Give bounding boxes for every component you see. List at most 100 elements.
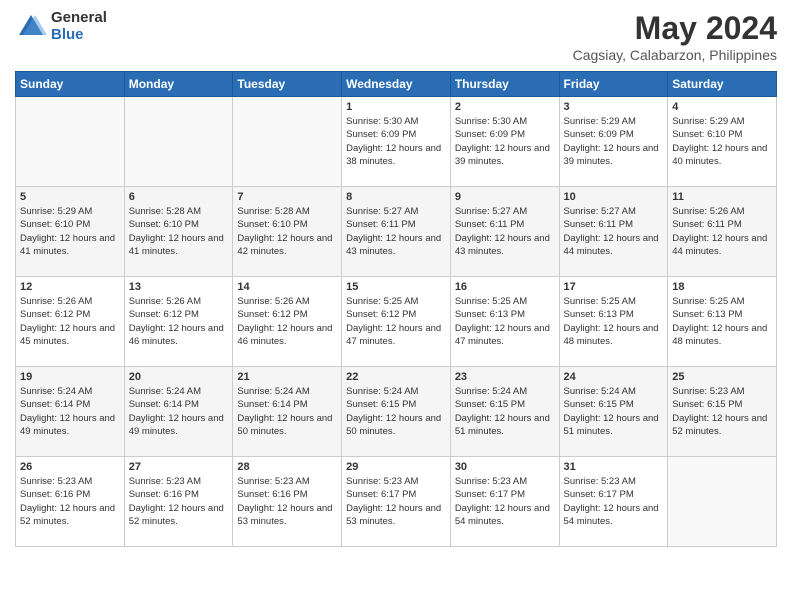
day-cell: 16Sunrise: 5:25 AMSunset: 6:13 PMDayligh… <box>450 277 559 367</box>
day-cell: 22 Sunrise: 5:24 AMSunset: 6:15 PMDayligh… <box>342 367 451 457</box>
day-info: Sunrise: 5:29 AMSunset: 6:10 PMDaylight:… <box>20 205 120 258</box>
week-row-5: 26 Sunrise: 5:23 AMSunset: 6:16 PMDayligh… <box>16 457 777 547</box>
day-cell: 29Sunrise: 5:23 AMSunset: 6:17 PMDayligh… <box>342 457 451 547</box>
day-number: 5 <box>20 191 120 203</box>
day-number: 6 <box>129 191 229 203</box>
logo-general-text: General <box>51 10 107 27</box>
day-info: Sunrise: 5:25 AMSunset: 6:13 PMDaylight:… <box>672 295 772 348</box>
day-info: Sunrise: 5:23 AMSunset: 6:17 PMDaylight:… <box>346 475 446 528</box>
day-info: Sunrise: 5:27 AMSunset: 6:11 PMDaylight:… <box>346 205 446 258</box>
day-info: Sunrise: 5:24 AMSunset: 6:14 PMDaylight:… <box>20 385 120 438</box>
day-info: Sunrise: 5:29 AMSunset: 6:09 PMDaylight:… <box>564 115 664 168</box>
day-number: 10 <box>564 191 664 203</box>
day-number: 1 <box>346 101 446 113</box>
day-cell: 31 Sunrise: 5:23 AMSunset: 6:17 PMDayligh… <box>559 457 668 547</box>
week-row-1: 1 Sunrise: 5:30 AMSunset: 6:09 PMDaylight… <box>16 97 777 187</box>
day-cell: 1 Sunrise: 5:30 AMSunset: 6:09 PMDaylight… <box>342 97 451 187</box>
day-cell <box>16 97 125 187</box>
day-cell <box>668 457 777 547</box>
day-cell: 15 Sunrise: 5:25 AMSunset: 6:12 PMDayligh… <box>342 277 451 367</box>
day-cell: 14 Sunrise: 5:26 AMSunset: 6:12 PMDayligh… <box>233 277 342 367</box>
day-cell: 9 Sunrise: 5:27 AMSunset: 6:11 PMDaylight… <box>450 187 559 277</box>
day-cell: 5 Sunrise: 5:29 AMSunset: 6:10 PMDaylight… <box>16 187 125 277</box>
day-info: Sunrise: 5:24 AMSunset: 6:15 PMDaylight:… <box>564 385 664 438</box>
day-number: 30 <box>455 461 555 473</box>
day-number: 26 <box>20 461 120 473</box>
day-number: 17 <box>564 281 664 293</box>
header: General Blue May 2024 Cagsiay, Calabarzo… <box>15 10 777 63</box>
day-info: Sunrise: 5:23 AMSunset: 6:16 PMDaylight:… <box>237 475 337 528</box>
day-header-friday: Friday <box>559 72 668 97</box>
day-cell: 26 Sunrise: 5:23 AMSunset: 6:16 PMDayligh… <box>16 457 125 547</box>
week-row-3: 12 Sunrise: 5:26 AMSunset: 6:12 PMDayligh… <box>16 277 777 367</box>
day-info: Sunrise: 5:24 AMSunset: 6:15 PMDaylight:… <box>455 385 555 438</box>
logo: General Blue <box>15 10 107 43</box>
day-number: 14 <box>237 281 337 293</box>
day-info: Sunrise: 5:24 AMSunset: 6:14 PMDaylight:… <box>237 385 337 438</box>
day-number: 21 <box>237 371 337 383</box>
day-header-monday: Monday <box>124 72 233 97</box>
calendar-table: SundayMondayTuesdayWednesdayThursdayFrid… <box>15 71 777 547</box>
day-info: Sunrise: 5:30 AMSunset: 6:09 PMDaylight:… <box>455 115 555 168</box>
week-row-4: 19 Sunrise: 5:24 AMSunset: 6:14 PMDayligh… <box>16 367 777 457</box>
days-header-row: SundayMondayTuesdayWednesdayThursdayFrid… <box>16 72 777 97</box>
day-number: 15 <box>346 281 446 293</box>
day-cell: 11Sunrise: 5:26 AMSunset: 6:11 PMDayligh… <box>668 187 777 277</box>
day-info: Sunrise: 5:23 AMSunset: 6:16 PMDaylight:… <box>129 475 229 528</box>
day-info: Sunrise: 5:27 AMSunset: 6:11 PMDaylight:… <box>455 205 555 258</box>
day-cell: 24 Sunrise: 5:24 AMSunset: 6:15 PMDayligh… <box>559 367 668 457</box>
day-header-sunday: Sunday <box>16 72 125 97</box>
day-info: Sunrise: 5:23 AMSunset: 6:16 PMDaylight:… <box>20 475 120 528</box>
day-cell: 27 Sunrise: 5:23 AMSunset: 6:16 PMDayligh… <box>124 457 233 547</box>
day-header-wednesday: Wednesday <box>342 72 451 97</box>
day-number: 9 <box>455 191 555 203</box>
day-number: 24 <box>564 371 664 383</box>
day-number: 27 <box>129 461 229 473</box>
day-cell: 17 Sunrise: 5:25 AMSunset: 6:13 PMDayligh… <box>559 277 668 367</box>
day-cell: 25 Sunrise: 5:23 AMSunset: 6:15 PMDayligh… <box>668 367 777 457</box>
day-info: Sunrise: 5:23 AMSunset: 6:17 PMDaylight:… <box>564 475 664 528</box>
day-info: Sunrise: 5:23 AMSunset: 6:17 PMDaylight:… <box>455 475 555 528</box>
calendar-body: 1 Sunrise: 5:30 AMSunset: 6:09 PMDaylight… <box>16 97 777 547</box>
day-info: Sunrise: 5:30 AMSunset: 6:09 PMDaylight:… <box>346 115 446 168</box>
title-area: May 2024 Cagsiay, Calabarzon, Philippine… <box>573 10 777 63</box>
day-cell: 28Sunrise: 5:23 AMSunset: 6:16 PMDayligh… <box>233 457 342 547</box>
day-info: Sunrise: 5:25 AMSunset: 6:12 PMDaylight:… <box>346 295 446 348</box>
day-number: 8 <box>346 191 446 203</box>
day-number: 2 <box>455 101 555 113</box>
day-cell: 2 Sunrise: 5:30 AMSunset: 6:09 PMDaylight… <box>450 97 559 187</box>
main-title: May 2024 <box>573 10 777 47</box>
day-number: 19 <box>20 371 120 383</box>
day-info: Sunrise: 5:29 AMSunset: 6:10 PMDaylight:… <box>672 115 772 168</box>
day-cell: 10Sunrise: 5:27 AMSunset: 6:11 PMDayligh… <box>559 187 668 277</box>
day-info: Sunrise: 5:26 AMSunset: 6:12 PMDaylight:… <box>237 295 337 348</box>
day-cell <box>124 97 233 187</box>
day-info: Sunrise: 5:23 AMSunset: 6:15 PMDaylight:… <box>672 385 772 438</box>
day-number: 16 <box>455 281 555 293</box>
logo-blue-text: Blue <box>51 27 107 44</box>
day-info: Sunrise: 5:25 AMSunset: 6:13 PMDaylight:… <box>564 295 664 348</box>
day-cell: 8 Sunrise: 5:27 AMSunset: 6:11 PMDaylight… <box>342 187 451 277</box>
day-number: 23 <box>455 371 555 383</box>
day-number: 25 <box>672 371 772 383</box>
day-info: Sunrise: 5:24 AMSunset: 6:15 PMDaylight:… <box>346 385 446 438</box>
day-number: 22 <box>346 371 446 383</box>
day-number: 31 <box>564 461 664 473</box>
day-cell: 6Sunrise: 5:28 AMSunset: 6:10 PMDaylight… <box>124 187 233 277</box>
day-cell: 13Sunrise: 5:26 AMSunset: 6:12 PMDayligh… <box>124 277 233 367</box>
day-cell: 23 Sunrise: 5:24 AMSunset: 6:15 PMDayligh… <box>450 367 559 457</box>
day-header-thursday: Thursday <box>450 72 559 97</box>
day-header-tuesday: Tuesday <box>233 72 342 97</box>
day-cell: 19 Sunrise: 5:24 AMSunset: 6:14 PMDayligh… <box>16 367 125 457</box>
day-number: 18 <box>672 281 772 293</box>
day-number: 11 <box>672 191 772 203</box>
day-number: 12 <box>20 281 120 293</box>
calendar-header: SundayMondayTuesdayWednesdayThursdayFrid… <box>16 72 777 97</box>
logo-text: General Blue <box>51 10 107 43</box>
day-info: Sunrise: 5:26 AMSunset: 6:12 PMDaylight:… <box>20 295 120 348</box>
day-header-saturday: Saturday <box>668 72 777 97</box>
day-info: Sunrise: 5:28 AMSunset: 6:10 PMDaylight:… <box>237 205 337 258</box>
day-info: Sunrise: 5:26 AMSunset: 6:12 PMDaylight:… <box>129 295 229 348</box>
day-number: 20 <box>129 371 229 383</box>
day-number: 7 <box>237 191 337 203</box>
